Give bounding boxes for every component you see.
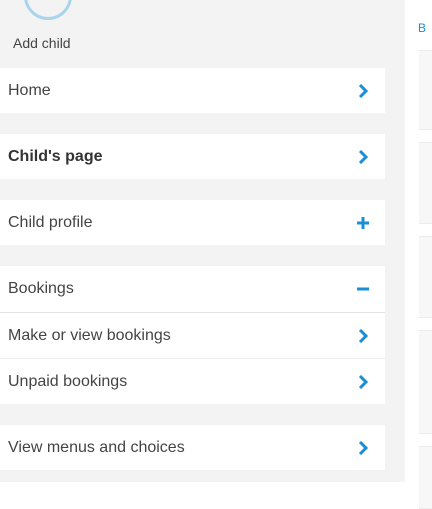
sidebar-item-home[interactable]: Home <box>0 68 385 113</box>
breadcrumb[interactable]: B <box>418 21 432 35</box>
sidebar-item-make-or-view-bookings[interactable]: Make or view bookings <box>0 313 385 358</box>
sidebar-item-view-menus-and-choices[interactable]: View menus and choices <box>0 425 385 470</box>
sidebar-item-childs-page[interactable]: Child's page <box>0 134 385 179</box>
add-child-link[interactable]: Add child <box>13 35 71 51</box>
sidebar-item-label: Child profile <box>8 213 93 231</box>
sidebar: Add child Home Child's page Child profil… <box>0 0 405 482</box>
content-card <box>419 330 432 434</box>
sidebar-item-label: Child's page <box>8 147 103 165</box>
content-card <box>419 50 432 130</box>
sidebar-item-bookings[interactable]: Bookings <box>0 266 385 312</box>
sidebar-item-unpaid-bookings[interactable]: Unpaid bookings <box>0 359 385 404</box>
sidebar-item-label: Home <box>8 81 51 99</box>
content-card <box>419 142 432 224</box>
content-card <box>419 236 432 318</box>
sidebar-item-label: View menus and choices <box>8 438 185 456</box>
sidebar-item-child-profile[interactable]: Child profile <box>0 200 385 245</box>
minus-icon <box>355 281 371 297</box>
content-card <box>419 446 432 509</box>
chevron-right-icon <box>355 83 371 99</box>
plus-icon <box>355 215 371 231</box>
chevron-right-icon <box>355 374 371 390</box>
avatar[interactable] <box>24 0 72 20</box>
sidebar-item-label: Bookings <box>8 280 74 297</box>
sidebar-item-label: Unpaid bookings <box>8 372 128 390</box>
sidebar-item-label: Make or view bookings <box>8 326 171 344</box>
chevron-right-icon <box>355 440 371 456</box>
chevron-right-icon <box>355 149 371 165</box>
chevron-right-icon <box>355 328 371 344</box>
